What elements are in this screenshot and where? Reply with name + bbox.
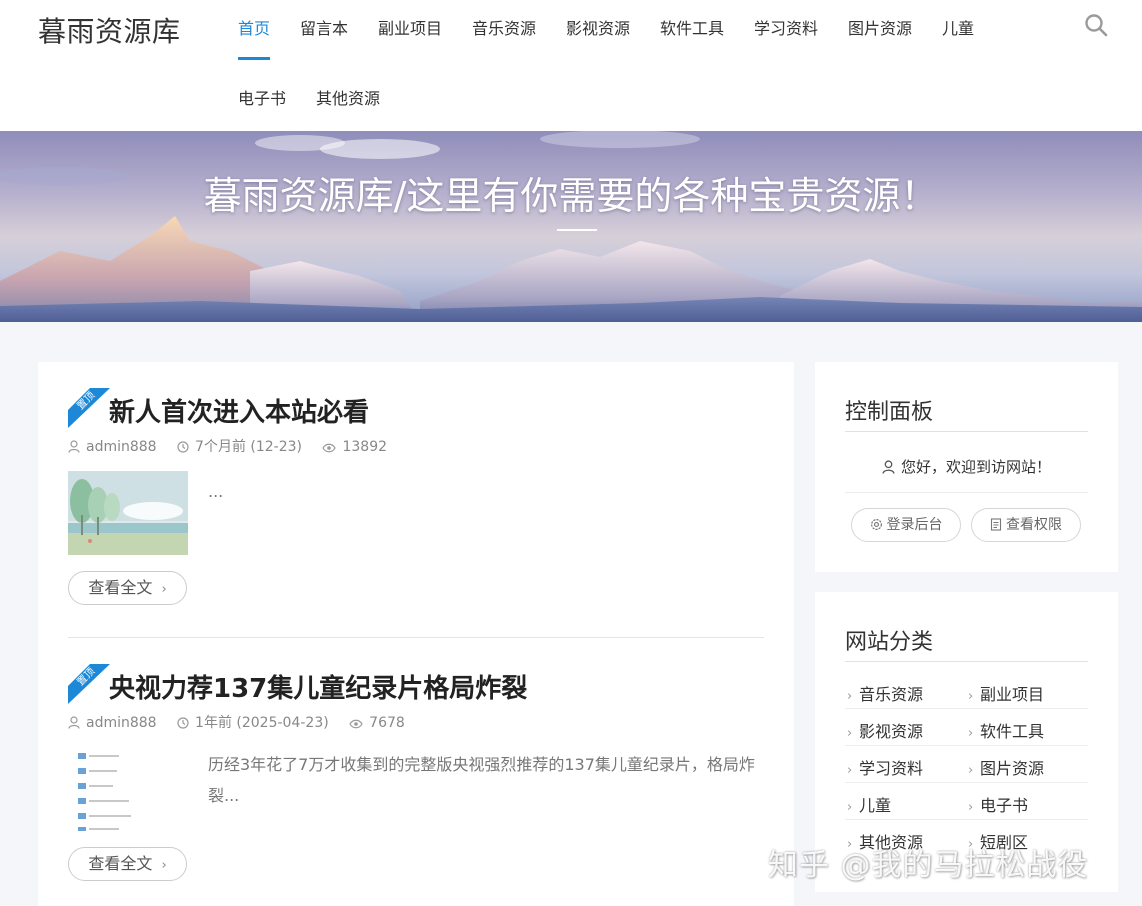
category-label: 影视资源	[859, 722, 924, 741]
category-label: 学习资料	[859, 759, 924, 778]
banner-divider	[557, 229, 597, 231]
chevron-right-icon: ›	[968, 763, 974, 778]
nav-item-home[interactable]: 首页	[238, 15, 270, 39]
eye-icon	[349, 719, 363, 729]
chevron-right-icon: ›	[847, 689, 853, 704]
category-rule	[845, 745, 1088, 746]
welcome-message: 您好，欢迎到访网站！	[815, 456, 1118, 477]
nav-item-images[interactable]: 图片资源	[848, 15, 912, 39]
category-label: 音乐资源	[859, 685, 924, 704]
read-more-button[interactable]: 查看全文 ›	[68, 847, 187, 881]
post-divider	[68, 637, 764, 638]
read-more-label: 查看全文	[88, 578, 153, 597]
search-icon[interactable]	[1084, 13, 1108, 37]
post-meta: admin888 7个月前 (12-23) 13892	[68, 436, 403, 455]
site-header: 暮雨资源库 首页 留言本 副业项目 音乐资源 影视资源 软件工具 学习资料 图片…	[0, 0, 1142, 131]
mountain-landscape-image	[0, 131, 1142, 322]
post-title-row: 置顶 新人首次进入本站必看	[68, 388, 764, 428]
post-thumbnail[interactable]	[68, 471, 188, 555]
nav-item-study[interactable]: 学习资料	[754, 15, 818, 39]
nav-item-guestbook[interactable]: 留言本	[300, 15, 348, 39]
post-card: 置顶 央视力荐137集儿童纪录片格局炸裂 admin888 1年前 (2025-…	[68, 664, 764, 904]
category-video[interactable]: › 影视资源	[847, 718, 923, 742]
nav-item-ebooks[interactable]: 电子书	[238, 85, 286, 109]
nav-item-music[interactable]: 音乐资源	[472, 15, 536, 39]
post-card: 置顶 新人首次进入本站必看 admin888 7个月前 (12-23) 1389…	[68, 388, 764, 608]
user-icon	[68, 440, 80, 453]
category-label: 电子书	[980, 796, 1029, 815]
clock-icon	[177, 717, 189, 729]
post-author[interactable]: admin888	[86, 439, 157, 455]
site-logo[interactable]: 暮雨资源库	[38, 10, 181, 50]
category-rule	[845, 782, 1088, 783]
hero-banner: 暮雨资源库/这里有你需要的各种宝贵资源！	[0, 131, 1142, 322]
chevron-right-icon: ›	[161, 582, 167, 597]
post-views: 7678	[369, 715, 405, 731]
post-author[interactable]: admin888	[86, 715, 157, 731]
category-label: 图片资源	[980, 759, 1045, 778]
post-title[interactable]: 央视力荐137集儿童纪录片格局炸裂	[109, 668, 527, 705]
chevron-right-icon: ›	[161, 858, 167, 873]
category-side-business[interactable]: › 副业项目	[968, 681, 1044, 705]
eye-icon	[322, 443, 337, 453]
read-more-label: 查看全文	[88, 854, 153, 873]
chevron-right-icon: ›	[968, 726, 974, 741]
nav-item-video[interactable]: 影视资源	[566, 15, 630, 39]
categories-title: 网站分类	[845, 630, 934, 655]
category-rule	[845, 708, 1088, 709]
post-excerpt: 历经3年花了7万才收集到的完整版央视强烈推荐的137集儿童纪录片，格局炸裂...	[208, 755, 755, 805]
nav-item-software[interactable]: 软件工具	[660, 15, 724, 39]
post-title[interactable]: 新人首次进入本站必看	[109, 392, 369, 429]
control-panel-title: 控制面板	[845, 400, 934, 425]
category-rule	[845, 819, 1088, 820]
user-icon	[68, 716, 80, 729]
chevron-right-icon: ›	[968, 800, 974, 815]
post-thumbnail[interactable]	[68, 747, 188, 831]
welcome-text: 您好，欢迎到访网站！	[900, 458, 1051, 476]
post-time: 1年前 (2025-04-23)	[195, 715, 329, 731]
post-time: 7个月前 (12-23)	[195, 439, 303, 455]
category-label: 副业项目	[980, 685, 1045, 704]
category-software[interactable]: › 软件工具	[968, 718, 1044, 742]
post-meta: admin888 1年前 (2025-04-23) 7678	[68, 712, 421, 731]
post-excerpt: ...	[208, 482, 224, 501]
chevron-right-icon: ›	[847, 800, 853, 815]
nav-active-indicator	[238, 57, 270, 60]
document-icon	[990, 518, 1002, 531]
panel-title-rule	[845, 431, 1088, 432]
nav-item-other[interactable]: 其他资源	[316, 85, 380, 109]
category-kids[interactable]: › 儿童	[847, 792, 891, 816]
clock-icon	[177, 441, 189, 453]
sticky-badge: 置顶	[68, 388, 110, 428]
category-label: 儿童	[859, 796, 892, 815]
read-more-button[interactable]: 查看全文 ›	[68, 571, 187, 605]
post-list: 置顶 新人首次进入本站必看 admin888 7个月前 (12-23) 1389…	[38, 362, 794, 906]
category-label: 软件工具	[980, 722, 1045, 741]
view-permissions-label: 查看权限	[1006, 517, 1062, 533]
admin-login-button[interactable]: 登录后台	[851, 508, 961, 542]
gear-icon	[870, 519, 882, 530]
category-ebooks[interactable]: › 电子书	[968, 792, 1028, 816]
watermark: 知乎 @我的马拉松战役	[768, 848, 1089, 883]
panel-title-rule	[845, 661, 1088, 662]
user-icon	[882, 460, 895, 474]
post-views: 13892	[342, 439, 388, 455]
chevron-right-icon: ›	[847, 763, 853, 778]
chevron-right-icon: ›	[847, 726, 853, 741]
banner-title: 暮雨资源库/这里有你需要的各种宝贵资源！	[203, 174, 939, 218]
admin-login-label: 登录后台	[886, 517, 943, 533]
category-images[interactable]: › 图片资源	[968, 755, 1044, 779]
panel-rule	[845, 492, 1088, 493]
post-title-row: 置顶 央视力荐137集儿童纪录片格局炸裂	[68, 664, 764, 704]
chevron-right-icon: ›	[968, 689, 974, 704]
nav-item-side-business[interactable]: 副业项目	[378, 15, 442, 39]
category-music[interactable]: › 音乐资源	[847, 681, 923, 705]
nav-item-kids[interactable]: 儿童	[942, 15, 974, 39]
sticky-badge: 置顶	[68, 664, 110, 704]
category-study[interactable]: › 学习资料	[847, 755, 923, 779]
view-permissions-button[interactable]: 查看权限	[971, 508, 1081, 542]
control-panel-widget: 控制面板 您好，欢迎到访网站！ 登录后台 查看权限	[815, 362, 1118, 572]
